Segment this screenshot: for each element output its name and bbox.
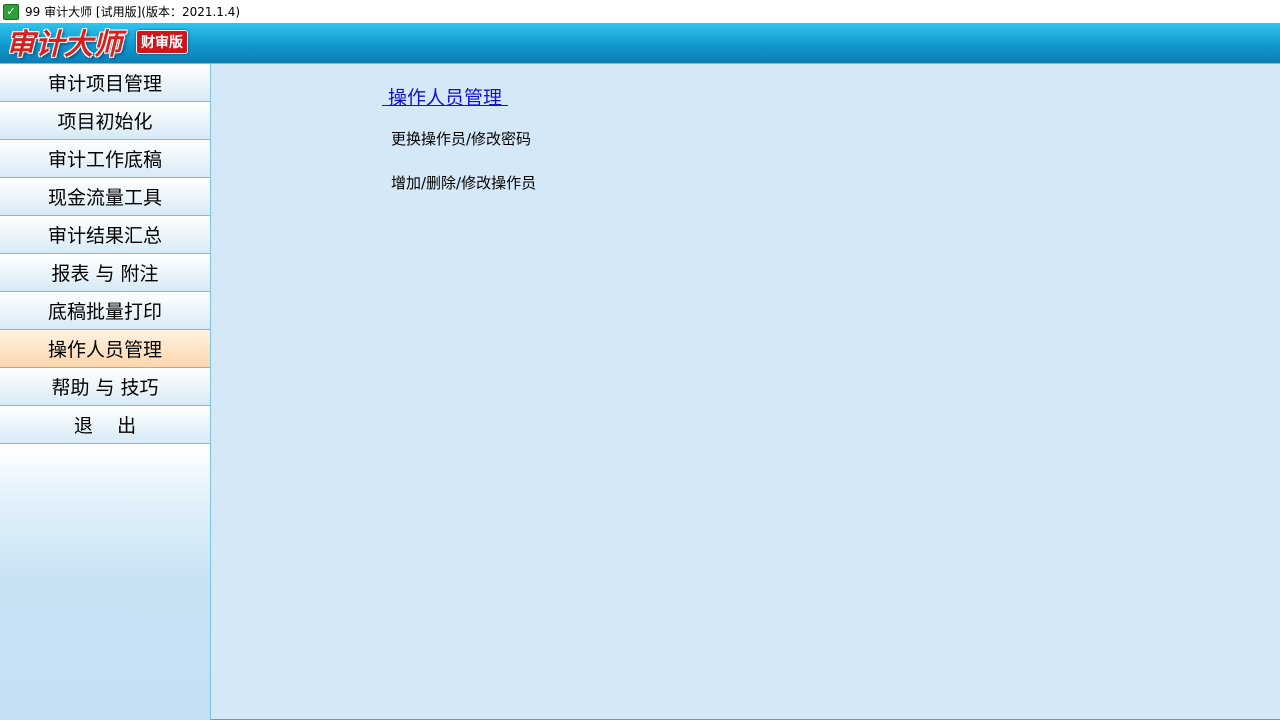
manage-operators-link[interactable]: 增加/删除/修改操作员 (391, 172, 536, 193)
sidebar-item-batch-print[interactable]: 底稿批量打印 (0, 292, 210, 330)
header-banner: 审计大师 财审版 (0, 23, 1280, 65)
window-title: 99 审计大师 [试用版](版本：2021.1.4) (25, 5, 241, 19)
sidebar-item-audit-results-summary[interactable]: 审计结果汇总 (0, 216, 210, 254)
edition-badge: 财审版 (136, 30, 189, 54)
sidebar-item-exit[interactable]: 退 出 (0, 406, 210, 444)
change-operator-password-link[interactable]: 更换操作员/修改密码 (391, 128, 531, 149)
app-checkmark-icon: ✓ (3, 3, 19, 20)
app-logo: 审计大师 财审版 (6, 24, 189, 61)
logo-text: 审计大师 (6, 27, 123, 61)
sidebar-item-audit-project-management[interactable]: 审计项目管理 (0, 64, 210, 102)
sidebar-item-cash-flow-tool[interactable]: 现金流量工具 (0, 178, 210, 216)
sidebar-item-help-and-tips[interactable]: 帮助 与 技巧 (0, 368, 210, 406)
title-bar: ✓ 99 审计大师 [试用版](版本：2021.1.4) (0, 0, 1280, 23)
sidebar-item-operator-management[interactable]: 操作人员管理 (0, 330, 210, 368)
section-title-link[interactable]: 操作人员管理 (382, 83, 508, 110)
main-content: 操作人员管理 更换操作员/修改密码 增加/删除/修改操作员 (211, 64, 1280, 720)
sidebar-item-project-initialization[interactable]: 项目初始化 (0, 102, 210, 140)
sidebar-item-statements-and-notes[interactable]: 报表 与 附注 (0, 254, 210, 292)
sidebar-nav: 审计项目管理 项目初始化 审计工作底稿 现金流量工具 审计结果汇总 报表 与 附… (0, 64, 211, 720)
sidebar-item-audit-working-papers[interactable]: 审计工作底稿 (0, 140, 210, 178)
